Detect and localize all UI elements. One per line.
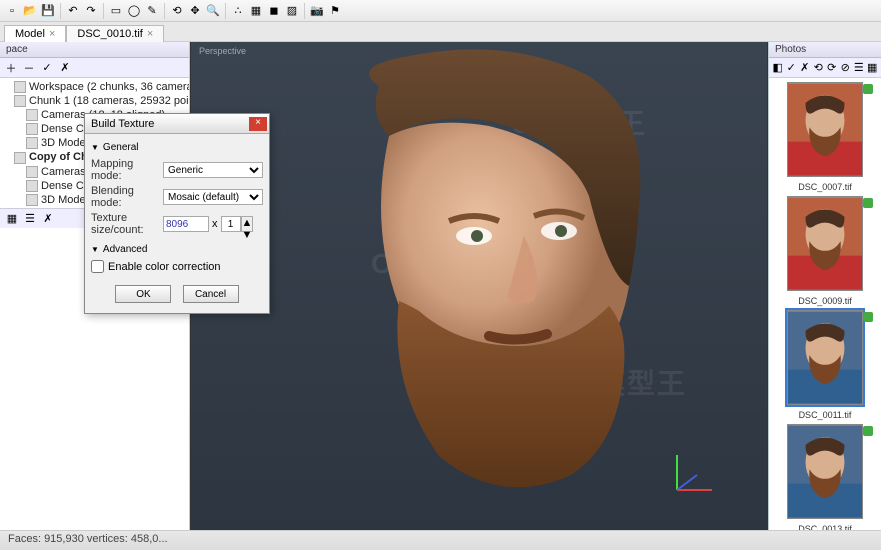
aligned-flag-icon xyxy=(863,84,873,94)
tab-image[interactable]: DSC_0010.tif × xyxy=(66,25,164,42)
list-icon[interactable]: ☰ xyxy=(22,211,38,227)
photo-label: DSC_0011.tif xyxy=(773,410,877,420)
mapping-mode-label: Mapping mode: xyxy=(91,158,163,182)
add-icon[interactable]: ＋ xyxy=(3,60,19,76)
document-tabs: Model × DSC_0010.tif × xyxy=(0,22,881,42)
view-texture-icon[interactable]: ▨ xyxy=(284,3,300,19)
open-icon[interactable]: 📂 xyxy=(22,3,38,19)
view-points-icon[interactable]: ∴ xyxy=(230,3,246,19)
ok-button[interactable]: OK xyxy=(115,285,171,303)
workspace-panel-title: pace xyxy=(0,42,189,58)
close-icon[interactable]: × xyxy=(249,117,267,131)
color-correction-label: Enable color correction xyxy=(108,261,221,273)
disable-icon[interactable]: ✗ xyxy=(57,60,73,76)
blending-mode-select[interactable]: Mosaic (default) xyxy=(163,189,263,205)
enable-icon[interactable]: ✓ xyxy=(786,60,798,76)
select-rect-icon[interactable]: ▭ xyxy=(108,3,124,19)
aligned-flag-icon xyxy=(863,312,873,322)
workspace-toolbar: ＋ － ✓ ✗ xyxy=(0,58,189,78)
section-general[interactable]: General xyxy=(91,140,263,155)
photos-toolbar: ◧ ✓ ✗ ⟲ ⟳ ⊘ ☰ ▦ xyxy=(769,58,881,78)
dialog-titlebar[interactable]: Build Texture × xyxy=(85,114,269,134)
photos-panel-title: Photos xyxy=(769,42,881,58)
reset-icon[interactable]: ⊘ xyxy=(840,60,852,76)
view-dense-icon[interactable]: ▦ xyxy=(248,3,264,19)
cameras-icon[interactable]: 📷 xyxy=(309,3,325,19)
photos-panel: Photos ◧ ✓ ✗ ⟲ ⟳ ⊘ ☰ ▦ DSC_0007.tifDSC_0… xyxy=(768,42,881,530)
photo-label: DSC_0009.tif xyxy=(773,296,877,306)
photo-item[interactable]: DSC_0007.tif xyxy=(773,82,877,192)
tab-label: DSC_0010.tif xyxy=(77,28,142,40)
remove-icon[interactable]: － xyxy=(21,60,37,76)
photo-label: DSC_0007.tif xyxy=(773,182,877,192)
view-solid-icon[interactable]: ◼ xyxy=(266,3,282,19)
cancel-button[interactable]: Cancel xyxy=(183,285,239,303)
grid-icon[interactable]: ▦ xyxy=(4,211,20,227)
dialog-title: Build Texture xyxy=(91,118,154,130)
new-icon[interactable]: ▫ xyxy=(4,3,20,19)
rotate-right-icon[interactable]: ⟳ xyxy=(826,60,838,76)
aligned-flag-icon xyxy=(863,198,873,208)
details-icon[interactable]: ☰ xyxy=(853,60,865,76)
viewport-label: Perspective xyxy=(199,46,246,56)
blending-mode-label: Blending mode: xyxy=(91,185,163,209)
photo-item[interactable]: DSC_0013.tif xyxy=(773,424,877,530)
thumbs-icon[interactable]: ▦ xyxy=(867,60,879,76)
photo-thumbnail[interactable] xyxy=(787,310,863,405)
model-head xyxy=(289,46,669,506)
photo-list: DSC_0007.tif DSC_0009.tif DSC_0011.tif DSC_… xyxy=(769,78,881,530)
section-advanced[interactable]: Advanced xyxy=(91,242,263,257)
photo-thumbnail[interactable] xyxy=(787,424,863,519)
tree-item[interactable]: Workspace (2 chunks, 36 cameras) xyxy=(0,80,189,94)
markers-icon[interactable]: ⚑ xyxy=(327,3,343,19)
filter-icon[interactable]: ◧ xyxy=(772,60,784,76)
texture-size-label: Texture size/count: xyxy=(91,212,163,236)
select-free-icon[interactable]: ✎ xyxy=(144,3,160,19)
rotate-left-icon[interactable]: ⟲ xyxy=(813,60,825,76)
photo-thumbnail[interactable] xyxy=(787,82,863,177)
multiply-label: x xyxy=(212,218,218,230)
select-circle-icon[interactable]: ◯ xyxy=(126,3,142,19)
enable-icon[interactable]: ✓ xyxy=(39,60,55,76)
tree-item[interactable]: Chunk 1 (18 cameras, 25932 points) xyxy=(0,94,189,108)
photo-thumbnail[interactable] xyxy=(787,196,863,291)
main-toolbar: ▫ 📂 💾 ↶ ↷ ▭ ◯ ✎ ⟲ ✥ 🔍 ∴ ▦ ◼ ▨ 📷 ⚑ xyxy=(0,0,881,22)
redo-icon[interactable]: ↷ xyxy=(83,3,99,19)
axis-gizmo xyxy=(667,450,717,500)
texture-size-input[interactable] xyxy=(163,216,209,232)
close-icon[interactable]: × xyxy=(147,28,153,40)
build-texture-dialog: Build Texture × General Mapping mode: Ge… xyxy=(84,113,270,314)
close-icon[interactable]: × xyxy=(49,28,55,40)
aligned-flag-icon xyxy=(863,426,873,436)
mapping-mode-select[interactable]: Generic xyxy=(163,162,263,178)
spinner-buttons[interactable]: ▲▼ xyxy=(241,216,253,232)
status-text: Faces: 915,930 vertices: 458,0... xyxy=(8,533,168,545)
tab-label: Model xyxy=(15,28,45,40)
photo-item[interactable]: DSC_0011.tif xyxy=(773,310,877,420)
undo-icon[interactable]: ↶ xyxy=(65,3,81,19)
photo-item[interactable]: DSC_0009.tif xyxy=(773,196,877,306)
disable-icon[interactable]: ✗ xyxy=(799,60,811,76)
delete-icon[interactable]: ✗ xyxy=(40,211,56,227)
color-correction-checkbox[interactable] xyxy=(91,260,104,273)
status-bar: Faces: 915,930 vertices: 458,0... xyxy=(0,530,881,550)
rotate-icon[interactable]: ⟲ xyxy=(169,3,185,19)
move-icon[interactable]: ✥ xyxy=(187,3,203,19)
save-icon[interactable]: 💾 xyxy=(40,3,56,19)
tab-model[interactable]: Model × xyxy=(4,25,66,42)
photo-label: DSC_0013.tif xyxy=(773,524,877,530)
texture-count-input[interactable] xyxy=(221,216,241,232)
3d-viewport[interactable]: Perspective CG模型王 CG模型王 CG模型王 xyxy=(190,42,768,530)
zoom-icon[interactable]: 🔍 xyxy=(205,3,221,19)
